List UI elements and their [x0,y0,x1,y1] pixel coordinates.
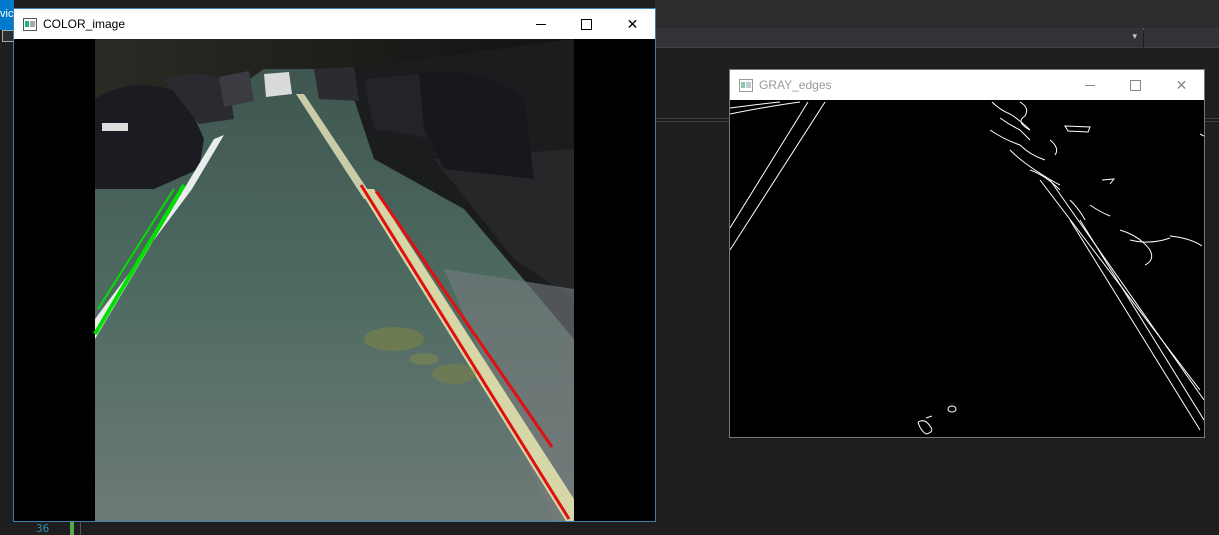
ide-member-dropdown[interactable]: ▾ [655,28,1143,48]
window-titlebar[interactable]: COLOR_image ✕ [14,9,655,39]
color-image-window[interactable]: COLOR_image ✕ [13,8,656,522]
gray-edges-canvas [730,100,1204,437]
chevron-down-icon: ▾ [1132,31,1137,41]
close-icon: ✕ [626,15,639,32]
ide-secondary-dropdown[interactable] [1144,28,1219,48]
maximize-button[interactable] [564,9,609,39]
minimize-button[interactable] [1067,70,1112,100]
license-plate [102,123,128,131]
ide-accent-tab[interactable]: vic [0,0,14,30]
close-button[interactable]: ✕ [1159,70,1204,100]
maximize-button[interactable] [1113,70,1158,100]
maximize-icon [581,18,592,30]
color-image-canvas [14,39,655,521]
close-icon: ✕ [1175,76,1188,93]
close-button[interactable]: ✕ [610,9,655,39]
window-title: GRAY_edges [759,78,832,92]
ide-line-number: 36 [36,522,50,535]
minimize-icon [1084,84,1095,86]
opencv-window-icon [739,79,753,92]
maximize-icon [1130,79,1141,91]
opencv-window-icon [23,18,37,31]
minimize-button[interactable] [518,9,563,39]
window-title: COLOR_image [43,17,126,31]
minimize-icon [535,23,546,25]
window-titlebar[interactable]: GRAY_edges ✕ [730,70,1204,100]
road-scene-image [14,39,655,521]
ide-topbar [655,0,1219,30]
gray-edges-window[interactable]: GRAY_edges ✕ [729,69,1205,438]
edge-map-image [730,101,1204,435]
ide-accent-label: vic [0,8,14,20]
